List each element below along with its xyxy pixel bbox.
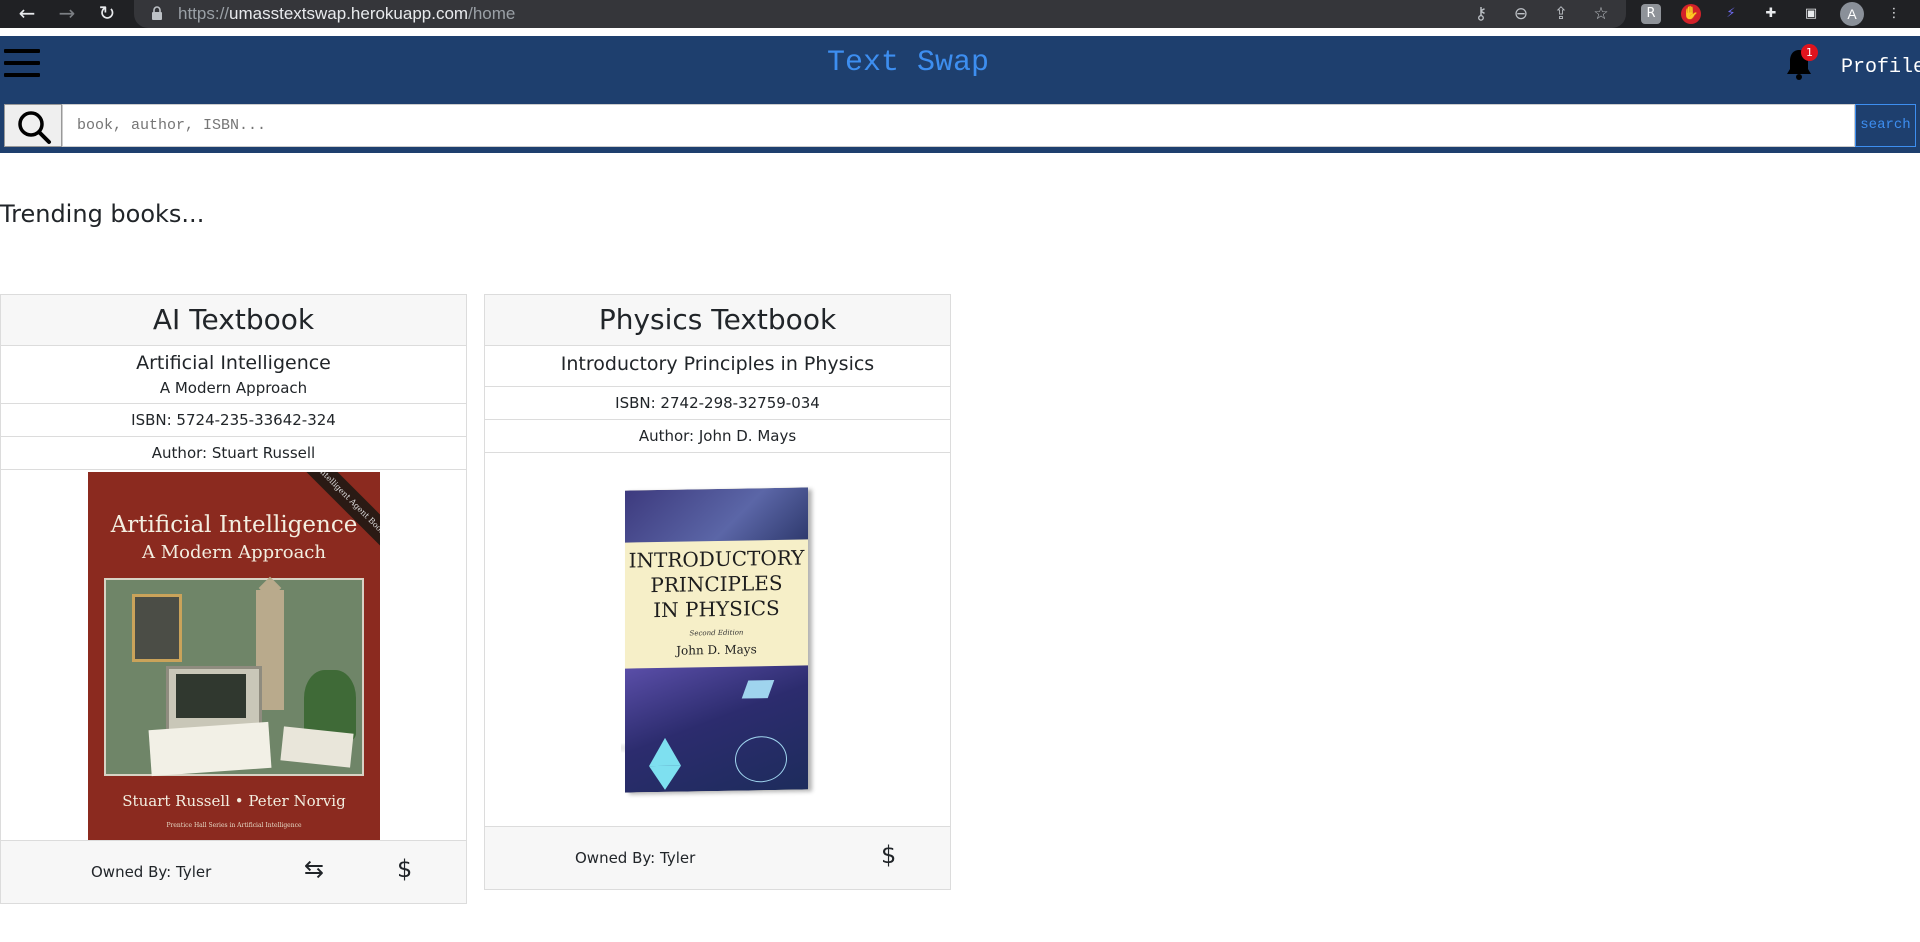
card-footer: Owned By: Tyler ⇆ $ xyxy=(1,841,466,903)
ai-book-cover: The Intelligent Agent Book Artificial In… xyxy=(88,472,380,840)
price-icon[interactable]: $ xyxy=(397,855,412,883)
search-submit-button[interactable]: search xyxy=(1855,104,1916,147)
book-card[interactable]: AI Textbook Artificial Intelligence A Mo… xyxy=(0,294,467,904)
cover-illustration xyxy=(104,576,364,777)
bookmark-star-icon[interactable]: ☆ xyxy=(1590,4,1612,24)
cover-title: Artificial Intelligence xyxy=(110,512,358,538)
book-owner: Owned By: Tyler xyxy=(575,849,696,867)
forward-icon[interactable]: → xyxy=(52,0,82,28)
share-icon[interactable]: ⇪ xyxy=(1550,4,1572,24)
search-icon xyxy=(18,111,51,144)
card-footer: Owned By: Tyler $ xyxy=(485,827,950,889)
adblock-extension-icon[interactable]: ✋ xyxy=(1681,4,1701,24)
cover-authors: Stuart Russell • Peter Norvig xyxy=(122,792,346,810)
book-cover-area: INTRODUCTORY PRINCIPLES IN PHYSICS Secon… xyxy=(485,453,950,827)
book-card[interactable]: Physics Textbook Introductory Principles… xyxy=(484,294,951,890)
search-input[interactable] xyxy=(62,104,1855,147)
book-isbn: ISBN: 2742-298-32759-034 xyxy=(485,387,950,420)
cover-title: INTRODUCTORY PRINCIPLES IN PHYSICS xyxy=(628,545,805,623)
browser-toolbar: ← → ↻ https://umasstextswap.herokuapp.co… xyxy=(0,0,1920,28)
notification-badge: 1 xyxy=(1801,44,1818,61)
book-title: Artificial Intelligence xyxy=(136,352,331,374)
address-bar[interactable]: https://umasstextswap.herokuapp.com/home… xyxy=(134,0,1626,28)
kebab-menu-icon[interactable]: ⋮ xyxy=(1884,4,1904,24)
book-category: Physics Textbook xyxy=(485,295,950,346)
cover-subtitle: A Modern Approach xyxy=(142,542,326,563)
extensions-puzzle-icon[interactable]: ✚ xyxy=(1761,4,1781,24)
side-panel-icon[interactable]: ▣ xyxy=(1801,4,1821,24)
cover-edition: Second Edition xyxy=(689,628,744,638)
book-title: Introductory Principles in Physics xyxy=(485,346,950,387)
search-icon-button[interactable] xyxy=(4,104,62,147)
key-icon[interactable]: ⚷ xyxy=(1470,4,1492,24)
book-subtitle: A Modern Approach xyxy=(159,379,308,397)
reload-icon[interactable]: ↻ xyxy=(92,0,122,28)
price-icon[interactable]: $ xyxy=(881,841,896,869)
book-cover-area: The Intelligent Agent Book Artificial In… xyxy=(1,470,466,841)
search-bar: search xyxy=(4,104,1916,147)
book-category: AI Textbook xyxy=(1,295,466,346)
lock-icon xyxy=(152,6,162,20)
extension-icon[interactable]: R xyxy=(1641,4,1661,24)
physics-book-cover: INTRODUCTORY PRINCIPLES IN PHYSICS Secon… xyxy=(625,487,808,793)
back-icon[interactable]: ← xyxy=(12,0,42,28)
book-author: Author: Stuart Russell xyxy=(1,437,466,470)
profile-link[interactable]: Profile xyxy=(1841,56,1920,79)
brand-title[interactable]: Text Swap xyxy=(0,46,1816,80)
page-heading: Trending books... xyxy=(0,200,205,228)
book-owner: Owned By: Tyler xyxy=(91,863,212,881)
cover-series: Prentice Hall Series in Artificial Intel… xyxy=(166,822,302,829)
bolt-extension-icon[interactable]: ⚡ xyxy=(1721,4,1741,24)
app-header: Text Swap 1 Profile search xyxy=(0,36,1920,153)
cover-author: John D. Mays xyxy=(676,642,757,658)
url-text: https://umasstextswap.herokuapp.com/home xyxy=(178,4,516,23)
book-title-block: Artificial Intelligence A Modern Approac… xyxy=(1,346,466,404)
profile-avatar[interactable]: A xyxy=(1840,2,1864,26)
book-author: Author: John D. Mays xyxy=(485,420,950,453)
book-isbn: ISBN: 5724-235-33642-324 xyxy=(1,404,466,437)
zoom-icon[interactable]: ⊖ xyxy=(1510,4,1532,24)
swap-icon[interactable]: ⇆ xyxy=(304,855,324,883)
